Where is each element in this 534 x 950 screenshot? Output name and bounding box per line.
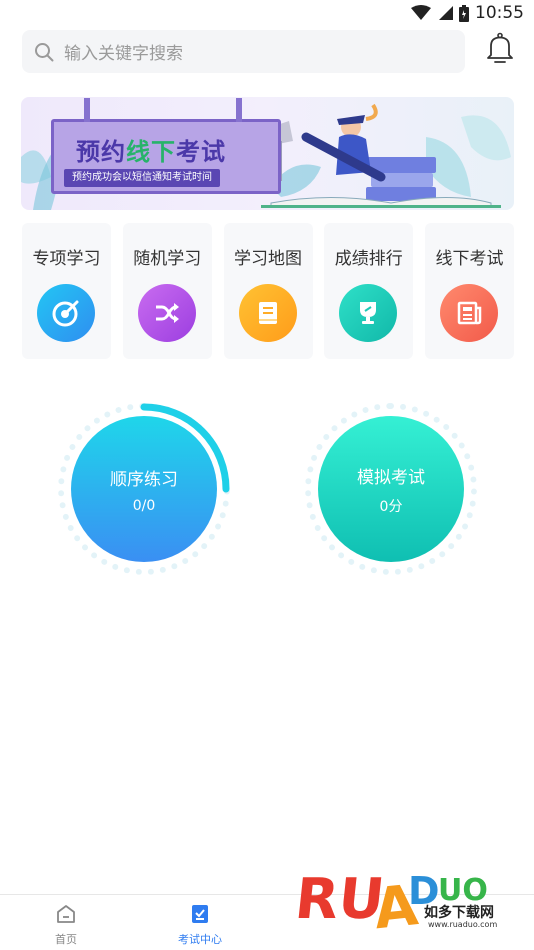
sequential-practice-title: 顺序练习 <box>110 469 178 490</box>
tab-exam-center-label: 考试中心 <box>178 933 222 946</box>
tab-home-label: 首页 <box>55 933 77 946</box>
nav-study-map[interactable]: 学习地图 <box>223 223 313 359</box>
watermark-url: www.ruaduo.com <box>428 920 498 929</box>
wifi-icon <box>411 5 431 20</box>
app-page: 10:55 输入关键字搜索 预约线下考试 预约成功会以短信通知考试时间 专项学习… <box>0 0 534 950</box>
home-icon <box>57 905 75 923</box>
cell-signal-icon <box>439 6 453 20</box>
tab-exam-center[interactable]: 考试中心 <box>155 903 245 947</box>
trophy-icon <box>360 302 377 324</box>
nav-score-ranking[interactable]: 成绩排行 <box>324 223 414 359</box>
nav-label: 学习地图 <box>234 249 302 269</box>
nav-label: 成绩排行 <box>334 249 403 269</box>
banner-sign: 预约线下考试 预约成功会以短信通知考试时间 <box>51 98 281 194</box>
banner-offline-exam[interactable]: 预约线下考试 预约成功会以短信通知考试时间 <box>21 97 514 210</box>
watermark-text: 如多下载网 <box>424 905 494 921</box>
search-icon <box>35 42 54 61</box>
newspaper-icon <box>457 301 482 325</box>
sign-post-right <box>236 98 242 122</box>
nav-label: 线下考试 <box>435 249 504 269</box>
tab-home[interactable]: 首页 <box>21 903 111 947</box>
mock-exam-disc: 模拟考试 0分 <box>318 416 464 562</box>
bell-icon[interactable] <box>485 32 515 64</box>
nav-label: 专项学习 <box>32 249 101 269</box>
trophy-icon-badge <box>339 284 398 342</box>
target-icon-badge <box>37 284 95 342</box>
status-bar: 10:55 <box>0 0 534 28</box>
nav-label: 随机学习 <box>133 249 202 269</box>
search-input[interactable]: 输入关键字搜索 <box>22 30 465 73</box>
nav-special-study[interactable]: 专项学习 <box>22 223 111 359</box>
nav-offline-exam[interactable]: 线下考试 <box>425 223 514 359</box>
sequential-practice-value: 0/0 <box>132 497 156 514</box>
status-time: 10:55 <box>475 3 524 23</box>
banner-subtitle: 预约成功会以短信通知考试时间 <box>64 169 220 187</box>
status-icons: 10:55 <box>411 3 524 23</box>
exam-icon <box>192 905 208 923</box>
watermark: RU A D UO 如多下载网 www.ruaduo.com <box>292 856 518 942</box>
shuffle-icon-badge <box>137 284 196 342</box>
book-icon <box>258 302 277 324</box>
mock-exam-button[interactable]: 模拟考试 0分 <box>305 403 477 575</box>
sequential-practice-disc: 顺序练习 0/0 <box>71 416 217 562</box>
mock-exam-title: 模拟考试 <box>357 467 425 488</box>
banner-title: 预约线下考试 <box>76 137 226 166</box>
newspaper-icon-badge <box>440 284 498 342</box>
target-icon <box>52 300 79 327</box>
quick-nav: 专项学习 随机学习 学习地图 成绩排行 线下考试 <box>22 223 514 359</box>
sequential-practice-button[interactable]: 顺序练习 0/0 <box>58 403 230 575</box>
shuffle-icon <box>155 303 179 323</box>
nav-random-study[interactable]: 随机学习 <box>122 223 212 359</box>
book-icon-badge <box>238 284 297 342</box>
sign-post-left <box>84 98 90 122</box>
battery-icon <box>459 4 469 22</box>
search-placeholder: 输入关键字搜索 <box>64 44 183 64</box>
mock-exam-score: 0分 <box>379 498 403 515</box>
